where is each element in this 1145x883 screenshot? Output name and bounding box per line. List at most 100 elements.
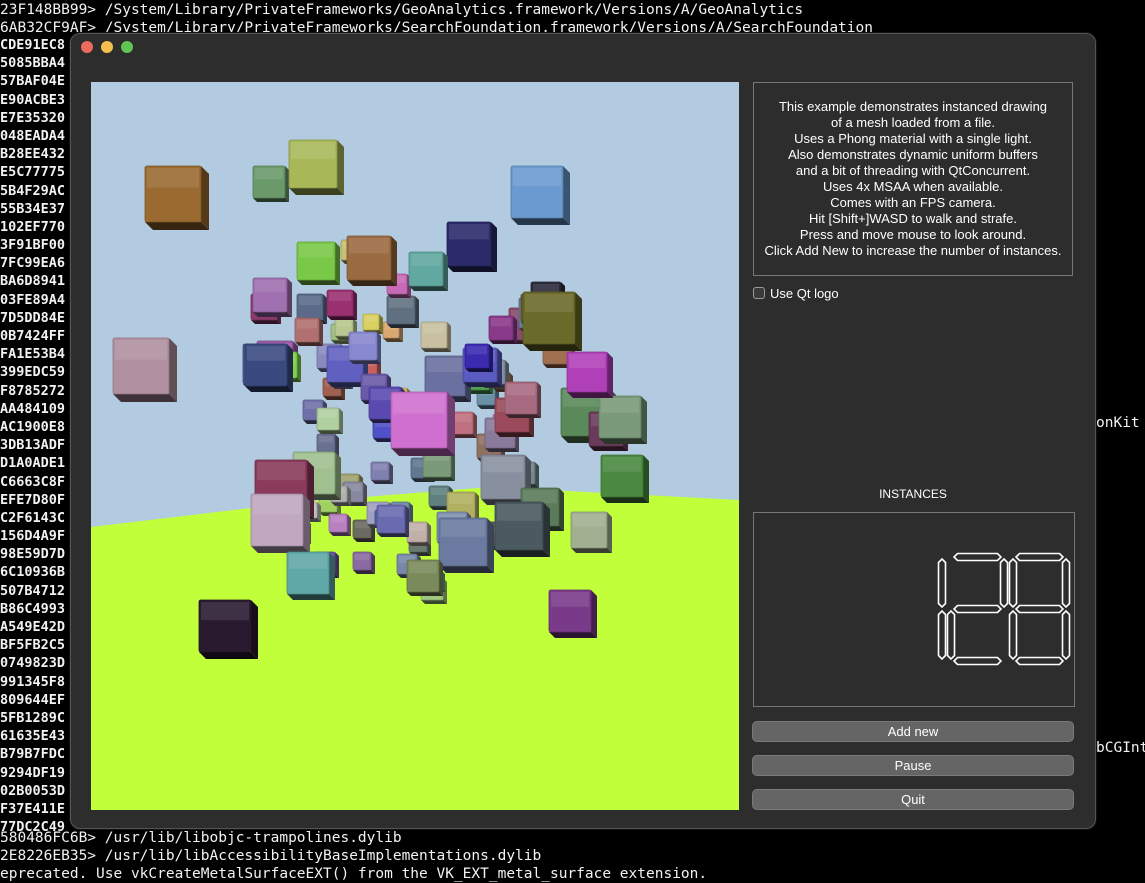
description-line: Uses 4x MSAA when available. <box>823 179 1003 194</box>
cube <box>296 241 340 285</box>
cube <box>600 454 649 503</box>
terminal-address: 399EDC59 <box>0 364 66 381</box>
cube <box>420 321 451 352</box>
terminal-address: E7E35320 <box>0 109 66 126</box>
close-window-button[interactable] <box>81 41 93 53</box>
terminal-address: F37E411E <box>0 800 66 817</box>
cube <box>504 381 541 418</box>
app-window: This example demonstrates instanced draw… <box>70 33 1096 829</box>
cube <box>548 589 597 638</box>
description-line: of a mesh loaded from a file. <box>830 115 996 130</box>
add-new-button[interactable]: Add new <box>752 721 1074 742</box>
cube <box>510 165 570 225</box>
description-line: Click Add New to increase the number of … <box>764 243 1062 258</box>
lcd-segment <box>999 557 1009 609</box>
cube <box>346 235 397 286</box>
cube <box>252 277 292 317</box>
cube <box>252 165 289 202</box>
lcd-segment <box>1008 609 1018 661</box>
terminal-address: 98E59D7D <box>0 546 66 563</box>
description-line: Comes with an FPS camera. <box>830 195 996 210</box>
lcd-segment <box>946 609 956 661</box>
lcd-segment <box>952 552 1003 562</box>
cube <box>244 343 293 392</box>
description-line: and a bit of threading with QtConcurrent… <box>795 163 1031 178</box>
cube <box>294 317 323 346</box>
cube <box>570 511 612 553</box>
lcd-segment <box>1014 604 1065 614</box>
cube <box>328 513 351 536</box>
cube <box>370 461 393 484</box>
cube <box>316 407 343 434</box>
cube <box>362 313 383 334</box>
lcd-segment <box>1014 656 1065 666</box>
lcd-segment <box>937 557 947 609</box>
terminal-address: FA1E53B4 <box>0 346 66 363</box>
terminal-address: 5085BBA4 <box>0 55 66 72</box>
cube <box>352 551 375 574</box>
cube <box>386 295 419 328</box>
terminal-address: 7D5DD84E <box>0 309 66 326</box>
cube <box>446 221 497 272</box>
cube <box>494 501 550 557</box>
cube <box>348 331 381 364</box>
terminal-address: 3F91BF00 <box>0 237 66 254</box>
cube <box>198 599 258 659</box>
terminal-address: A549E42D <box>0 619 66 635</box>
cube <box>288 139 344 195</box>
terminal-address: 0B7424FF <box>0 328 66 344</box>
terminal-address: 02B0053D <box>0 782 66 799</box>
cube <box>566 351 613 398</box>
terminal-address: EFE7D80F <box>0 491 66 508</box>
terminal-address: AA484109 <box>0 400 66 417</box>
3d-viewport[interactable] <box>91 82 739 810</box>
quit-button[interactable]: Quit <box>752 789 1074 810</box>
terminal-address: F8785272 <box>0 382 66 399</box>
cube <box>250 493 310 553</box>
terminal-address: 048EADA4 <box>0 127 66 144</box>
checkbox-box[interactable] <box>753 287 765 299</box>
terminal-address: 9294DF19 <box>0 764 66 781</box>
checkbox-label: Use Qt logo <box>770 285 839 301</box>
terminal-line: 2E8226EB35> /usr/lib/libAccessibilityBas… <box>0 848 542 864</box>
use-qt-logo-checkbox[interactable]: Use Qt logo <box>753 285 839 301</box>
lcd-segment <box>952 604 1003 614</box>
lcd-segment <box>1061 609 1071 661</box>
terminal-address: 102EF770 <box>0 218 66 235</box>
terminal-fragment: onKit <box>1096 415 1140 431</box>
terminal-address: C6663C8F <box>0 473 66 490</box>
terminal-address: B86C4993 <box>0 600 66 617</box>
terminal-address: C2F6143C <box>0 509 66 526</box>
zoom-window-button[interactable] <box>121 41 133 53</box>
cube <box>390 391 455 456</box>
window-titlebar[interactable] <box>71 34 1095 60</box>
terminal-address: 156D4A9F <box>0 528 66 545</box>
cube <box>464 343 493 372</box>
terminal-address: AC1900E8 <box>0 418 66 435</box>
terminal-address: 991345F8 <box>0 673 66 690</box>
terminal-address: 61635E43 <box>0 728 66 745</box>
instances-label: INSTANCES <box>879 487 947 501</box>
cube <box>286 551 335 600</box>
cube <box>522 291 582 351</box>
description-line: Also demonstrates dynamic uniform buffer… <box>788 147 1038 162</box>
minimize-window-button[interactable] <box>101 41 113 53</box>
terminal-address: E90ACBE3 <box>0 91 66 108</box>
cube <box>598 395 647 444</box>
terminal-address: 7FC99EA6 <box>0 255 66 272</box>
pause-button[interactable]: Pause <box>752 755 1074 776</box>
terminal-address: 03FE89A4 <box>0 291 66 308</box>
lcd-segment <box>952 656 1003 666</box>
cube <box>406 559 443 596</box>
cube <box>408 251 448 291</box>
instances-lcd-display <box>753 512 1075 707</box>
terminal-address: B28EE432 <box>0 146 66 163</box>
terminal-address: 57BAF04E <box>0 73 66 90</box>
terminal-address: 809644EF <box>0 691 66 708</box>
terminal-fragment: bCGInt <box>1096 740 1145 756</box>
lcd-segment <box>1061 557 1071 609</box>
terminal-address: BA6D8941 <box>0 273 66 290</box>
terminal-address: B79B7FDC <box>0 746 66 763</box>
terminal-address: 55B34E37 <box>0 200 66 217</box>
terminal-address: E5C77775 <box>0 164 66 181</box>
